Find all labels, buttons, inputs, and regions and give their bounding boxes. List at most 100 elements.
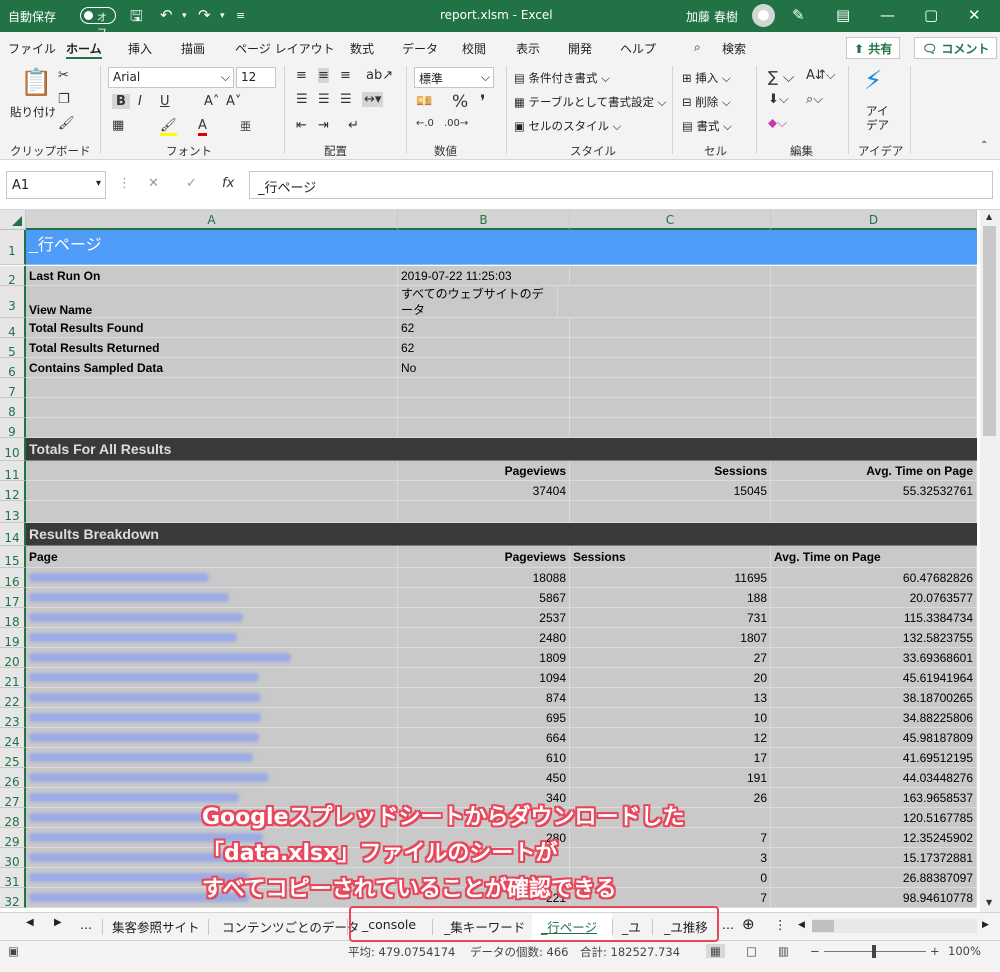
row-header[interactable]: 5 [0, 338, 26, 359]
tab-review[interactable]: 校閲 [462, 40, 486, 57]
col-label[interactable]: Pageviews [398, 461, 570, 480]
sort-filter-icon[interactable]: A⇵⌵ [806, 68, 836, 83]
cell[interactable] [771, 286, 977, 317]
customize-toolbar-icon[interactable]: ≡ [236, 9, 245, 22]
orientation-icon[interactable]: ab↗ [366, 68, 393, 83]
insert-function-icon[interactable]: fx [222, 176, 234, 191]
sessions-value[interactable]: 10 [570, 708, 771, 727]
cell[interactable] [570, 338, 771, 357]
font-color-icon[interactable]: A [198, 118, 207, 136]
name-box[interactable]: A1 ▾ [6, 171, 106, 199]
page-url[interactable] [26, 568, 398, 587]
page-url[interactable] [26, 768, 398, 787]
cell-styles-button[interactable]: ▣ セルのスタイル ⌵ [514, 118, 621, 134]
delete-cells-button[interactable]: ⊟ 削除 ⌵ [682, 94, 731, 110]
cell[interactable] [771, 418, 977, 437]
sheet-tab[interactable]: コンテンツごとのデータ [222, 917, 359, 936]
undo-dropdown-icon[interactable]: ▾ [182, 11, 187, 21]
page-url[interactable] [26, 628, 398, 647]
col-label[interactable]: Sessions [570, 546, 771, 567]
maximize-icon[interactable]: ▢ [924, 6, 938, 24]
row-header[interactable]: 26 [0, 768, 26, 789]
tab-developer[interactable]: 開発 [568, 40, 592, 57]
cell[interactable] [771, 378, 977, 397]
increase-decimal-icon[interactable]: ←.0 [416, 118, 434, 129]
cell[interactable] [771, 266, 977, 285]
meta-value[interactable]: 62 [398, 338, 570, 357]
pageviews-value[interactable]: 2537 [398, 608, 570, 627]
tab-formulas[interactable]: 数式 [350, 40, 374, 57]
copy-icon[interactable]: ❐ [58, 92, 70, 107]
row-header[interactable]: 3 [0, 286, 26, 318]
vertical-scrollbar[interactable]: ▲ ▼ [980, 210, 1000, 912]
merge-center-icon[interactable]: ↔▾ [362, 92, 384, 107]
row-header[interactable]: 1 [0, 230, 26, 265]
font-grow-icon[interactable]: A˄ [204, 94, 219, 109]
cell[interactable] [771, 358, 977, 377]
page-url[interactable] [26, 728, 398, 747]
cell[interactable] [771, 338, 977, 357]
column-header-c[interactable]: C [570, 210, 771, 230]
tab-split-icon[interactable]: ⋮ [774, 917, 787, 932]
cell[interactable] [398, 378, 570, 397]
ideas-button[interactable]: アイ デア [866, 104, 889, 132]
cell[interactable] [570, 501, 771, 522]
tab-help[interactable]: ヘルプ [620, 40, 656, 57]
format-as-table-button[interactable]: ▦ テーブルとして書式設定 ⌵ [514, 94, 666, 110]
cell[interactable] [26, 398, 398, 417]
col-label[interactable]: Avg. Time on Page [771, 461, 977, 480]
row-header[interactable]: 17 [0, 588, 26, 609]
avg-time-value[interactable]: 120.5167785 [771, 808, 977, 827]
font-name-select[interactable]: Arial ⌵ [108, 67, 234, 88]
close-icon[interactable]: ✕ [968, 6, 981, 24]
row-header[interactable]: 8 [0, 398, 26, 419]
tab-page-layout[interactable]: ページ レイアウト [235, 40, 335, 57]
sessions-value[interactable]: 17 [570, 748, 771, 767]
meta-value[interactable]: 62 [398, 318, 570, 337]
avg-time-value[interactable]: 45.98187809 [771, 728, 977, 747]
page-url[interactable] [26, 708, 398, 727]
avg-time-value[interactable]: 12.35245902 [771, 828, 977, 847]
font-shrink-icon[interactable]: A˅ [226, 94, 241, 109]
align-middle-icon[interactable]: ≡ [318, 68, 329, 83]
row-header[interactable]: 27 [0, 788, 26, 809]
autosave-toggle[interactable]: オフ [80, 7, 116, 39]
percent-icon[interactable]: % [452, 92, 468, 112]
pageviews-value[interactable]: 610 [398, 748, 570, 767]
col-label[interactable]: Pageviews [398, 546, 570, 567]
font-size-select[interactable]: 12 [236, 67, 276, 88]
zoom-out-icon[interactable]: − [810, 944, 820, 958]
pageviews-value[interactable]: 695 [398, 708, 570, 727]
meta-value[interactable]: 2019-07-22 11:25:03 [398, 266, 570, 285]
meta-value[interactable]: すべてのウェブサイトのデータ [398, 286, 558, 317]
page-url[interactable] [26, 648, 398, 667]
cell[interactable] [26, 418, 398, 437]
select-all-corner[interactable] [0, 210, 26, 230]
redo-dropdown-icon[interactable]: ▾ [220, 11, 225, 21]
row-header[interactable]: 14 [0, 523, 26, 546]
share-button[interactable]: ⬆ 共有 [846, 37, 901, 59]
avg-time-value[interactable]: 132.5823755 [771, 628, 977, 647]
cell[interactable] [570, 358, 771, 377]
sessions-value[interactable]: 12 [570, 728, 771, 747]
meta-label[interactable]: Last Run On [26, 266, 398, 285]
tab-data[interactable]: データ [402, 40, 438, 57]
hscroll-left-icon[interactable]: ◀ [798, 920, 805, 930]
cell[interactable] [26, 378, 398, 397]
row-header[interactable]: 10 [0, 438, 26, 461]
sessions-value[interactable]: 1807 [570, 628, 771, 647]
conditional-format-button[interactable]: ▤ 条件付き書式 ⌵ [514, 70, 610, 86]
page-url[interactable] [26, 748, 398, 767]
page-url[interactable] [26, 608, 398, 627]
comma-style-icon[interactable]: ❜ [480, 92, 485, 112]
total-value[interactable]: 15045 [570, 481, 771, 500]
cell[interactable] [570, 378, 771, 397]
paste-button[interactable]: 貼り付け [10, 104, 56, 120]
horizontal-scrollbar[interactable] [812, 919, 977, 933]
cancel-icon[interactable]: ✕ [148, 176, 159, 191]
row-header[interactable]: 24 [0, 728, 26, 749]
macro-record-icon[interactable]: ▣ [8, 944, 19, 958]
clear-icon[interactable]: ⬥⌵ [768, 116, 787, 131]
zoom-slider-thumb[interactable] [872, 945, 876, 958]
italic-button[interactable]: I [138, 94, 142, 109]
